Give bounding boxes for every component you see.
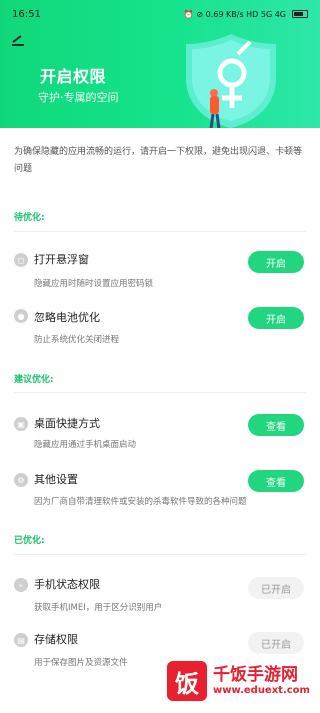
section-label-optimized: 已优化:: [14, 536, 45, 546]
permission-content: 为确保隐藏的应用流畅的运行，请开启一下权限，避免出现闪退、卡顿等问题 待优化: …: [0, 128, 320, 713]
battery-icon: [292, 10, 308, 18]
item-title-storage: 存储权限: [34, 633, 78, 646]
settings-icon: ⚙: [14, 473, 28, 487]
enable-battery-button[interactable]: 开启: [248, 307, 304, 329]
page-title: 开启权限: [40, 67, 107, 86]
item-title-other: 其他设置: [34, 473, 78, 486]
watermark: 饭 千饭手游网 www.eduext.com: [167, 657, 312, 705]
watermark-text: 千饭手游网 www.eduext.com: [213, 666, 310, 696]
watermark-main-text: 千饭手游网: [213, 665, 298, 686]
item-desc-shortcut: 隐藏应用通过手机桌面启动: [34, 440, 137, 450]
phone-icon: ⌁: [14, 578, 28, 592]
intro-text: 为确保隐藏的应用流畅的运行，请开启一下权限，避免出现闪退、卡顿等问题: [14, 147, 303, 174]
divider: [14, 392, 306, 393]
status-icons-text: ⏰ ⊘ 0.69 KB/s HD 5G 4G: [183, 9, 286, 19]
item-desc-battery: 防止系统优化关闭进程: [34, 335, 120, 345]
item-desc-other: 因为厂商自带清理软件或安装的杀毒软件导致的各种问题: [34, 497, 247, 507]
divider: [14, 231, 306, 232]
view-shortcut-button[interactable]: 查看: [248, 414, 304, 436]
item-title-float-window: 打开悬浮窗: [34, 253, 89, 266]
divider: [14, 554, 306, 555]
item-title-phone-state: 手机状态权限: [34, 578, 100, 591]
storage-icon: ▤: [14, 633, 28, 647]
item-desc-phone-state: 获取手机IMEI，用于区分识别用户: [34, 603, 163, 613]
window-icon: ◻: [14, 253, 28, 267]
section-label-suggested: 建议优化:: [14, 375, 54, 385]
phone-state-enabled-button: 已开启: [248, 577, 304, 599]
item-title-battery: 忽略电池优化: [34, 311, 100, 324]
section-label-pending: 待优化:: [14, 213, 45, 223]
shield-illustration-icon: [186, 34, 276, 128]
watermark-logo-icon: 饭: [167, 661, 207, 701]
view-other-settings-button[interactable]: 查看: [248, 470, 304, 492]
item-desc-storage: 用于保存图片及资源文件: [34, 658, 128, 668]
page-subtitle: 守护·专属的空间: [38, 91, 119, 104]
item-desc-float-window: 隐藏应用时随时设置应用密码锁: [34, 279, 154, 289]
shortcut-icon: ▣: [14, 417, 28, 431]
back-icon[interactable]: [10, 34, 26, 50]
storage-enabled-button: 已开启: [248, 632, 304, 654]
battery-optimization-icon: ●: [14, 309, 28, 323]
status-icons: ⏰ ⊘ 0.69 KB/s HD 5G 4G: [184, 10, 308, 19]
item-title-shortcut: 桌面快捷方式: [34, 417, 100, 430]
status-bar: 16:51 ⏰ ⊘ 0.69 KB/s HD 5G 4G: [0, 0, 320, 28]
enable-float-window-button[interactable]: 开启: [248, 251, 304, 273]
status-time: 16:51: [12, 8, 41, 20]
watermark-url-text: www.eduext.com: [213, 684, 310, 696]
